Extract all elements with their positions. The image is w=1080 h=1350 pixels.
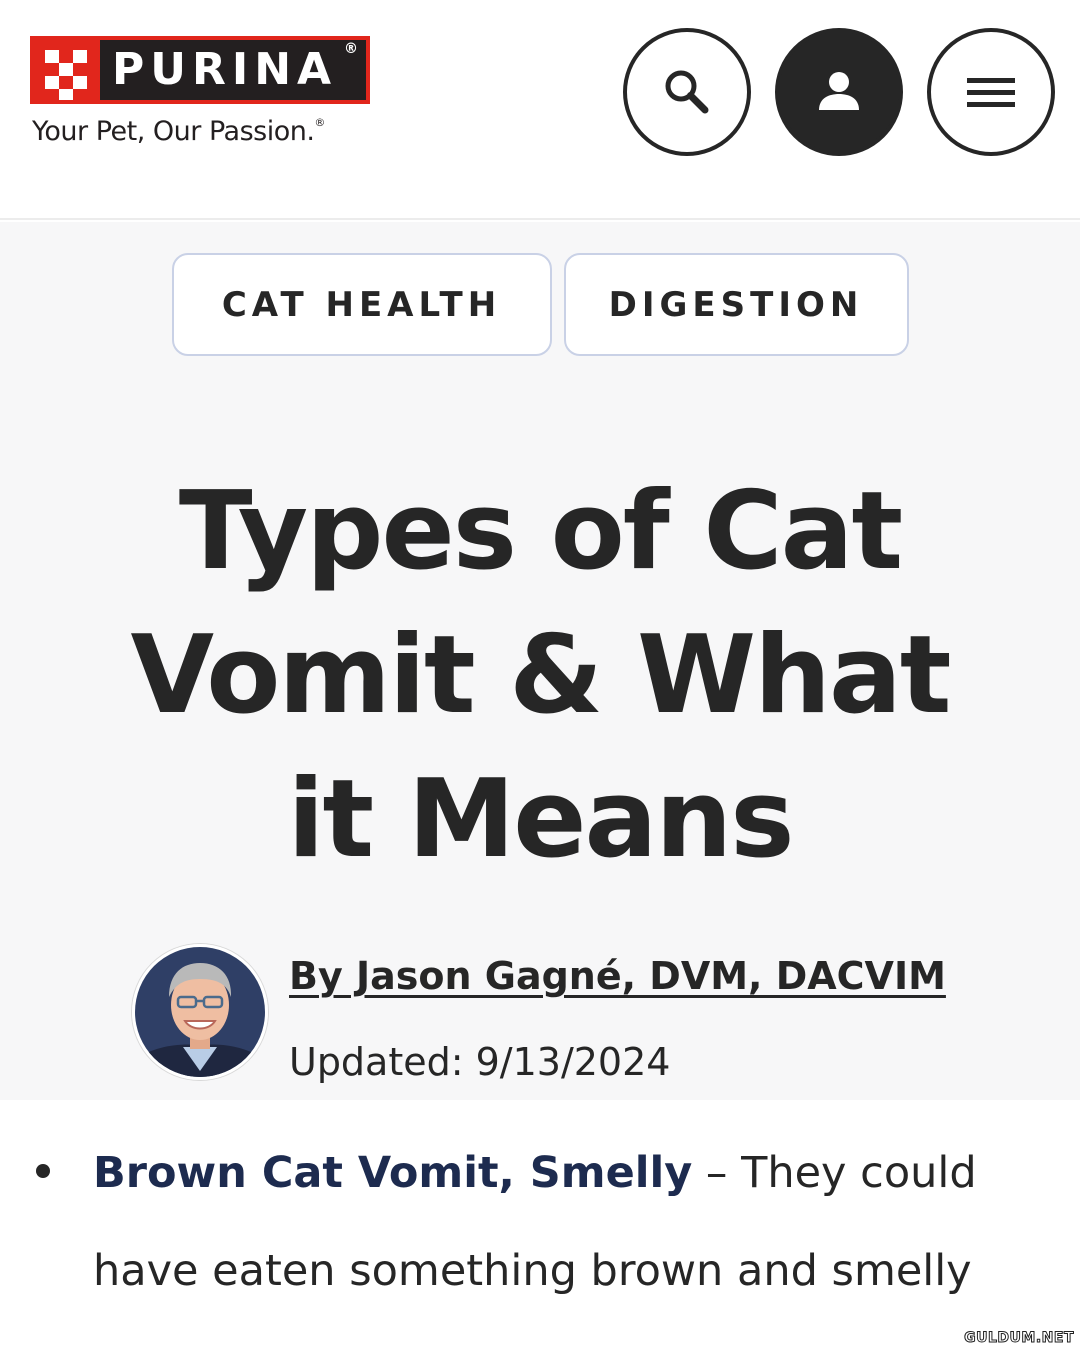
list-item: Brown Cat Vomit, Smelly – They could hav… (93, 1124, 1053, 1320)
account-button[interactable] (775, 28, 903, 156)
author-avatar[interactable] (132, 944, 268, 1080)
hamburger-menu-icon (967, 78, 1015, 107)
article-tags: CAT HEALTH DIGESTION (0, 253, 1080, 356)
search-icon (665, 70, 709, 114)
article-body: Brown Cat Vomit, Smelly – They could hav… (0, 1100, 1080, 1350)
user-icon (819, 72, 859, 110)
bullet-icon (36, 1164, 50, 1178)
article-hero: CAT HEALTH DIGESTION Types of Cat Vomit … (0, 222, 1080, 1100)
purina-logo[interactable]: PURINA ® (30, 36, 370, 104)
tagline-text: Your Pet, Our Passion. (32, 116, 315, 147)
search-button[interactable] (623, 28, 751, 156)
article-title: Types of Cat Vomit & What it Means (130, 469, 952, 882)
tag-digestion[interactable]: DIGESTION (563, 253, 909, 356)
registered-mark: ® (344, 41, 358, 57)
watermark: GULDUM.NET (964, 1330, 1074, 1347)
author-block: By Jason Gagné, DVM, DACVIM Updated: 9/1… (132, 944, 992, 1084)
menu-button[interactable] (927, 28, 1055, 156)
tagline: Your Pet, Our Passion.® (32, 116, 325, 147)
logo-wordmark-text: PURINA (112, 44, 338, 95)
tagline-registered-mark: ® (314, 116, 325, 129)
updated-date: Updated: 9/13/2024 (289, 1040, 671, 1084)
tag-cat-health[interactable]: CAT HEALTH (171, 253, 552, 356)
site-header: PURINA ® Your Pet, Our Passion.® (0, 0, 1080, 220)
author-byline-link[interactable]: By Jason Gagné, DVM, DACVIM (289, 954, 946, 998)
logo-wordmark: PURINA ® (100, 40, 366, 100)
list-item-heading: Brown Cat Vomit, Smelly (93, 1148, 693, 1198)
checkerboard-logo-icon (34, 40, 100, 100)
